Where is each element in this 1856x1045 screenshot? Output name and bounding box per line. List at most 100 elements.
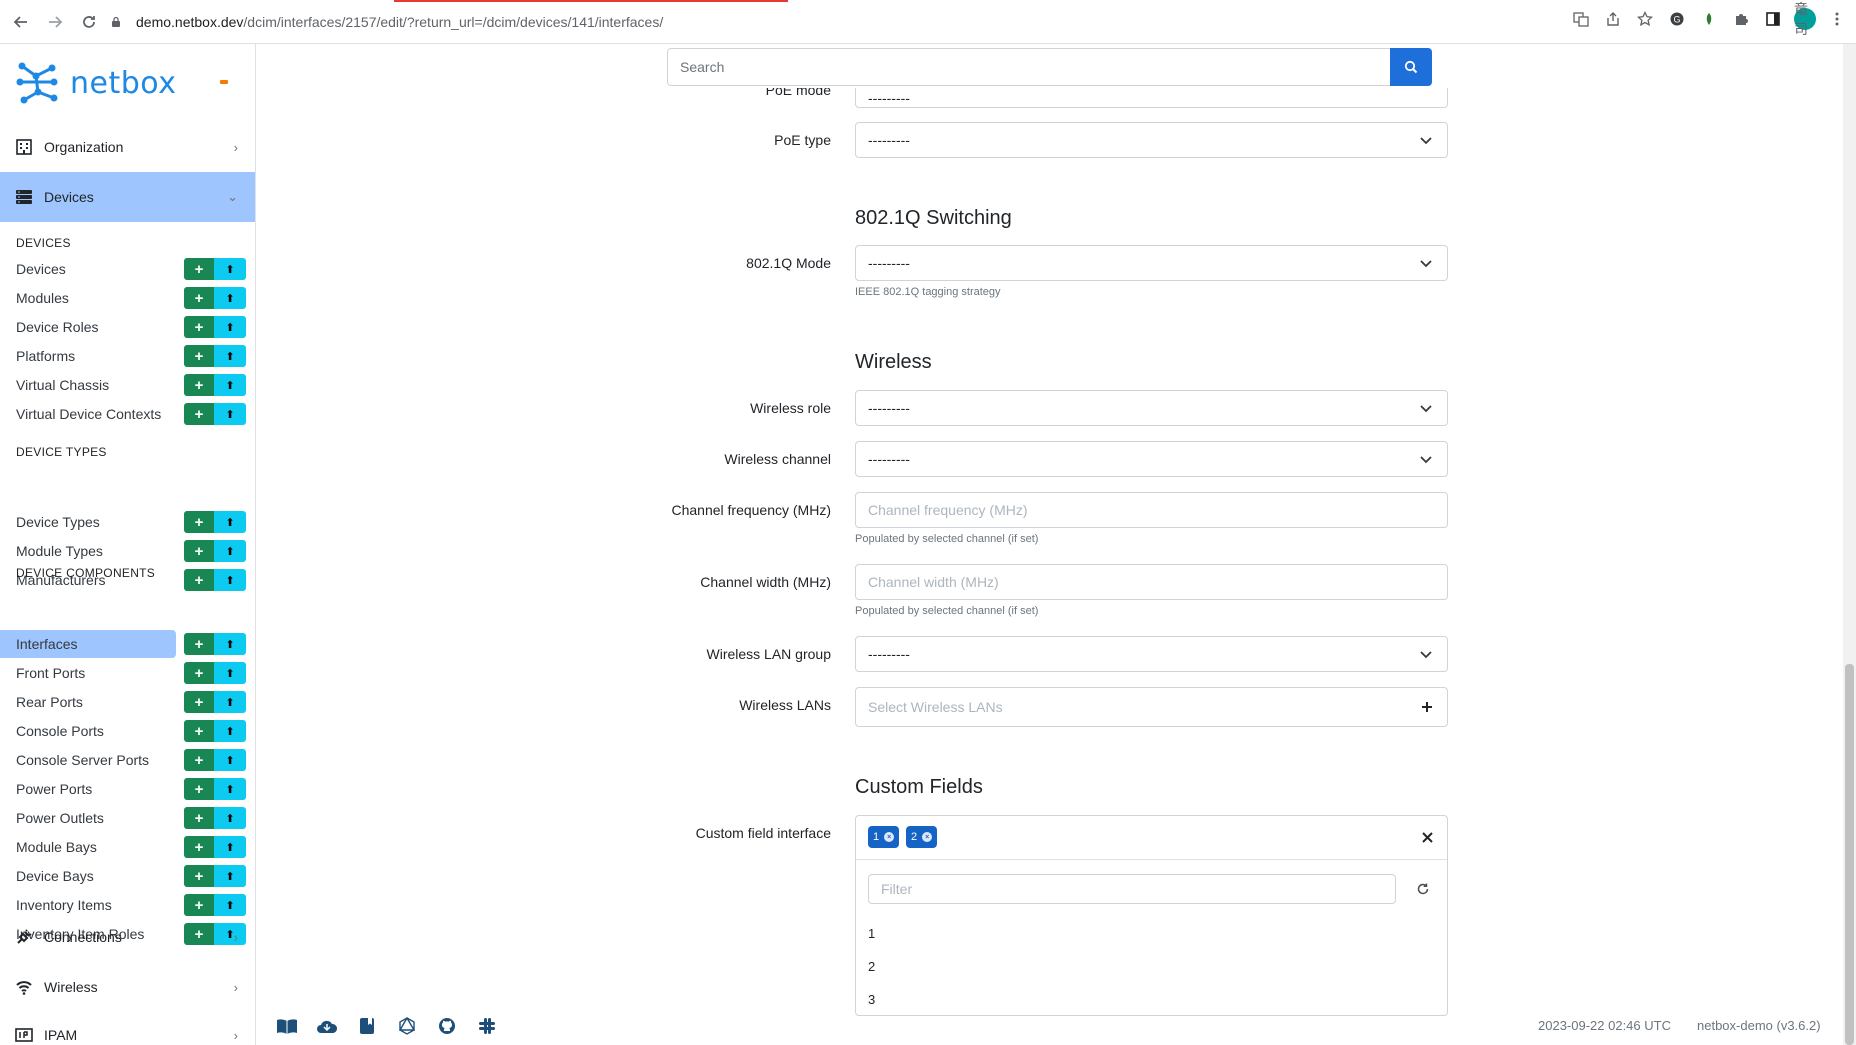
add-button[interactable]: + [184,569,214,591]
translate-icon[interactable] [1570,8,1592,30]
selected-chip[interactable]: 1 × [868,826,900,848]
selected-values-bar[interactable]: 1 × 2 × [856,816,1447,860]
graphql-icon[interactable] [396,1016,418,1036]
import-upload-icon[interactable]: ⬆ [214,720,246,742]
sidebar-item[interactable]: Device Types + ⬆ [0,508,255,537]
forward-icon[interactable] [42,9,68,35]
poe-type-select[interactable]: --------- [855,122,1448,158]
bookmark-book-icon[interactable] [356,1016,378,1036]
sidebar-item[interactable]: Interfaces + ⬆ [0,630,255,659]
sidebar-item[interactable]: Module Bays + ⬆ [0,833,255,862]
remove-chip-icon[interactable]: × [922,832,933,842]
browser-menu-icon[interactable] [1826,8,1848,30]
add-button[interactable]: + [184,511,214,533]
menu-connections[interactable]: Connections › [0,912,255,962]
extensions-puzzle-icon[interactable] [1730,8,1752,30]
reload-icon[interactable] [76,9,102,35]
cloud-api-icon[interactable] [316,1016,338,1036]
wlans-select[interactable]: Select Wireless LANs [855,687,1448,727]
sidebar-item[interactable]: Power Ports + ⬆ [0,775,255,804]
sidebar-item[interactable]: Console Ports + ⬆ [0,717,255,746]
search-button[interactable] [1390,48,1432,86]
add-button[interactable]: + [184,778,214,800]
channel-frequency-input[interactable]: Channel frequency (MHz) [855,492,1448,528]
add-button[interactable]: + [184,345,214,367]
selected-chip[interactable]: 2 × [906,826,938,848]
add-button[interactable]: + [184,540,214,562]
import-upload-icon[interactable]: ⬆ [214,633,246,655]
import-upload-icon[interactable]: ⬆ [214,807,246,829]
search-input[interactable]: Search [667,48,1392,86]
add-button[interactable]: + [184,287,214,309]
sidebar-item[interactable]: Rear Ports + ⬆ [0,688,255,717]
back-icon[interactable] [8,9,34,35]
option-item[interactable]: 3 [868,992,875,1007]
import-upload-icon[interactable]: ⬆ [214,836,246,858]
menu-devices[interactable]: Devices ⌄ [0,172,255,222]
add-button[interactable]: + [184,749,214,771]
mode-select[interactable]: --------- [855,245,1448,281]
wireless-role-select[interactable]: --------- [855,390,1448,426]
remove-chip-icon[interactable]: × [884,832,895,842]
add-button[interactable]: + [184,403,214,425]
sidebar-item[interactable]: Device Bays + ⬆ [0,862,255,891]
refresh-icon[interactable] [1416,882,1430,896]
sidebar-item[interactable]: Device Roles + ⬆ [0,313,255,342]
side-panel-icon[interactable] [1762,8,1784,30]
profile-avatar[interactable]: 竜司 [1794,1,1816,37]
share-icon[interactable] [1602,8,1624,30]
docs-book-icon[interactable] [276,1016,298,1036]
channel-width-input[interactable]: Channel width (MHz) [855,564,1448,600]
import-upload-icon[interactable]: ⬆ [214,569,246,591]
sidebar-item[interactable]: Virtual Chassis + ⬆ [0,371,255,400]
import-upload-icon[interactable]: ⬆ [214,511,246,533]
github-icon[interactable] [436,1016,458,1036]
add-button[interactable]: + [184,662,214,684]
add-button[interactable]: + [184,633,214,655]
extension-g-icon[interactable]: G [1666,8,1688,30]
import-upload-icon[interactable]: ⬆ [214,316,246,338]
option-item[interactable]: 1 [868,926,875,941]
add-button[interactable]: + [184,836,214,858]
menu-organization[interactable]: Organization › [0,122,255,172]
menu-ipam[interactable]: IPAM › [0,1010,255,1045]
add-button[interactable]: + [184,807,214,829]
import-upload-icon[interactable]: ⬆ [214,865,246,887]
brand[interactable]: netbox [14,60,176,106]
scrollbar-thumb[interactable] [1845,664,1854,1045]
add-button[interactable]: + [184,258,214,280]
sidebar-item[interactable]: Modules + ⬆ [0,284,255,313]
import-upload-icon[interactable]: ⬆ [214,287,246,309]
add-button[interactable]: + [184,865,214,887]
add-button[interactable]: + [184,316,214,338]
custom-field-interface-select[interactable]: 1 × 2 × Filter 1 2 3 [855,815,1448,1016]
option-item[interactable]: 2 [868,959,875,974]
page-scrollbar[interactable] [1843,44,1856,1045]
import-upload-icon[interactable]: ⬆ [214,662,246,684]
bookmark-star-icon[interactable] [1634,8,1656,30]
wireless-channel-select[interactable]: --------- [855,441,1448,477]
import-upload-icon[interactable]: ⬆ [214,374,246,396]
import-upload-icon[interactable]: ⬆ [214,691,246,713]
sidebar-item[interactable]: Devices + ⬆ [0,255,255,284]
import-upload-icon[interactable]: ⬆ [214,403,246,425]
wlan-group-select[interactable]: --------- [855,636,1448,672]
sidebar-item[interactable]: Module Types + ⬆ [0,537,255,566]
import-upload-icon[interactable]: ⬆ [214,258,246,280]
add-button[interactable]: + [184,720,214,742]
add-button[interactable]: + [184,374,214,396]
sidebar-item[interactable]: Virtual Device Contexts + ⬆ [0,400,255,429]
sidebar-item[interactable]: Console Server Ports + ⬆ [0,746,255,775]
menu-wireless[interactable]: Wireless › [0,962,255,1012]
filter-input[interactable]: Filter [868,874,1396,904]
sidebar-item[interactable]: Front Ports + ⬆ [0,659,255,688]
slack-icon[interactable] [476,1016,498,1036]
clear-all-icon[interactable] [1422,832,1433,843]
extension-leaf-icon[interactable] [1698,8,1720,30]
import-upload-icon[interactable]: ⬆ [214,749,246,771]
address-bar[interactable]: demo.netbox.dev/dcim/interfaces/2157/edi… [110,8,663,36]
sidebar-item[interactable]: Power Outlets + ⬆ [0,804,255,833]
sidebar-item[interactable]: Platforms + ⬆ [0,342,255,371]
import-upload-icon[interactable]: ⬆ [214,778,246,800]
import-upload-icon[interactable]: ⬆ [214,345,246,367]
